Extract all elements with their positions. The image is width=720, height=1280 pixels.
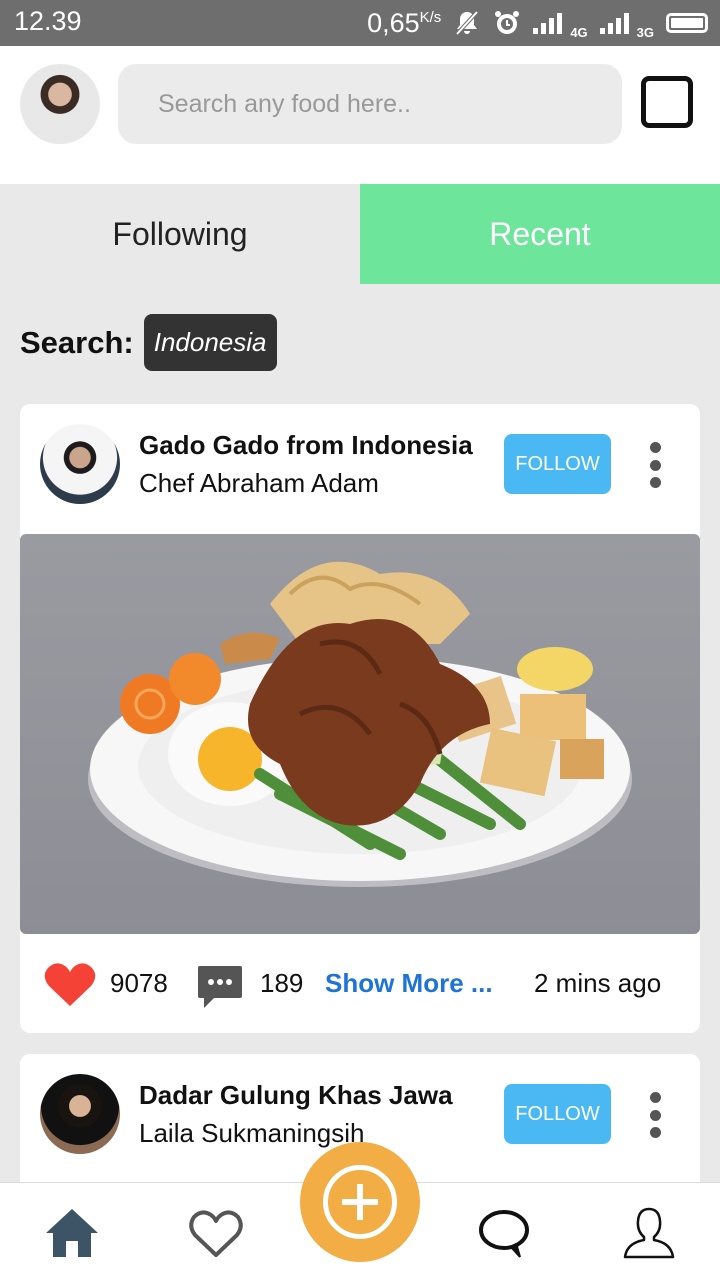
alarm-icon	[495, 11, 520, 34]
post-title[interactable]: Gado Gado from Indonesia	[139, 430, 473, 461]
search-input[interactable]	[118, 64, 622, 144]
home-icon[interactable]	[44, 1205, 100, 1261]
heart-outline-icon[interactable]	[188, 1205, 244, 1261]
post-actions: 9078 189 Show More ... 2 mins ago	[20, 960, 700, 1008]
show-more-link[interactable]: Show More ...	[325, 968, 493, 999]
like-count: 9078	[110, 968, 168, 998]
chef-avatar[interactable]	[40, 1074, 120, 1154]
comment-count: 189	[260, 968, 304, 998]
post-title[interactable]: Dadar Gulung Khas Jawa	[139, 1080, 453, 1111]
add-recipe-button[interactable]	[300, 1142, 420, 1262]
follow-button[interactable]: FOLLOW	[504, 1084, 611, 1144]
signal-icon-2	[599, 12, 629, 34]
tab-recent[interactable]: Recent	[360, 184, 720, 284]
more-vert-icon[interactable]	[648, 1092, 662, 1138]
food-photo	[88, 561, 632, 887]
search-filter-label: Search:	[20, 324, 134, 360]
add-icon	[323, 1165, 397, 1239]
speed-unit: K/s	[419, 8, 442, 26]
post-card: Gado Gado from Indonesia Chef Abraham Ad…	[20, 404, 700, 1033]
search-filter-chip[interactable]: Indonesia	[143, 314, 277, 371]
feed-tabs: Following Recent	[0, 184, 720, 284]
profile-icon[interactable]	[621, 1205, 677, 1261]
chef-avatar[interactable]	[40, 424, 120, 504]
user-avatar[interactable]	[20, 64, 100, 144]
signal-icon	[533, 12, 563, 34]
network-type-3g: 3G	[636, 25, 654, 40]
notifications-off-icon	[455, 10, 479, 36]
network-speed: 0,65K/s	[367, 7, 442, 38]
chat-icon[interactable]	[476, 1205, 532, 1261]
header	[0, 46, 720, 184]
status-icons: 0,65K/s 4G 3G	[367, 6, 708, 40]
heart-icon[interactable]	[44, 962, 96, 1008]
food-image[interactable]	[20, 534, 700, 934]
chef-name[interactable]: Chef Abraham Adam	[139, 468, 379, 499]
square-icon[interactable]	[641, 76, 693, 128]
status-time: 12.39	[14, 6, 82, 36]
chef-name[interactable]: Laila Sukmaningsih	[139, 1118, 364, 1149]
battery-icon	[666, 13, 708, 33]
search-filter: Search: Indonesia	[20, 314, 277, 371]
network-type-4g: 4G	[570, 25, 588, 40]
status-bar: 12.39 0,65K/s 4G 3G	[0, 0, 720, 46]
comment-icon[interactable]	[196, 962, 244, 1010]
post-time: 2 mins ago	[534, 968, 662, 998]
tab-following[interactable]: Following	[0, 184, 360, 284]
follow-button[interactable]: FOLLOW	[504, 434, 611, 494]
more-vert-icon[interactable]	[648, 442, 662, 488]
